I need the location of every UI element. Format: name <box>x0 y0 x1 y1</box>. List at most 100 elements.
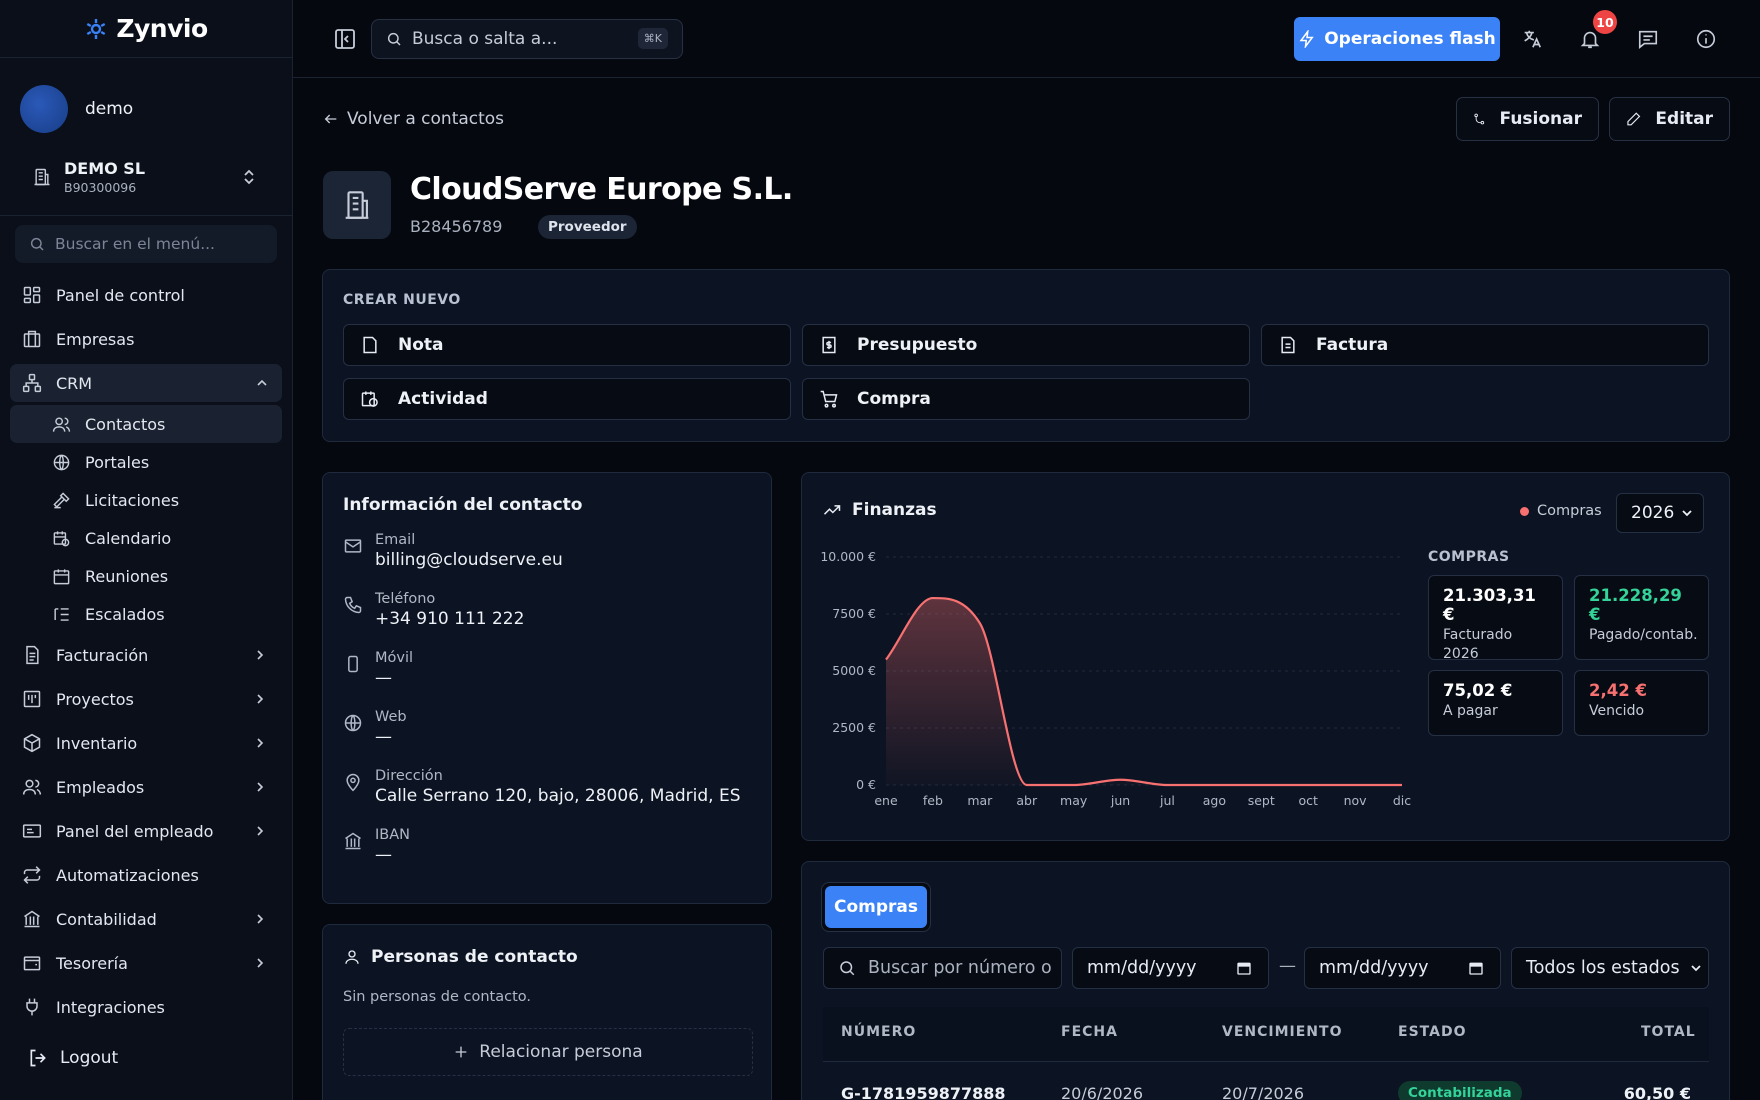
status-filter-select[interactable]: Todos los estados <box>1511 947 1709 989</box>
sidebar-item-contabilidad[interactable]: Contabilidad <box>0 897 292 941</box>
building-icon <box>34 168 50 186</box>
sidebar-item-portales[interactable]: Portales <box>0 443 292 481</box>
create-note-button[interactable]: Nota <box>343 324 791 366</box>
date-from-input[interactable]: mm/dd/yyyy <box>1072 947 1269 989</box>
logo[interactable]: Zynvio <box>0 0 292 58</box>
purchase-search-input[interactable]: Buscar por número o <box>823 947 1062 989</box>
sidebar-item-automatizaciones[interactable]: Automatizaciones <box>0 853 292 897</box>
create-quote-label: Presupuesto <box>857 335 978 355</box>
merge-button[interactable]: Fusionar <box>1456 97 1599 141</box>
sidebar-item-label: Contactos <box>85 414 166 434</box>
invoice-icon <box>26 645 39 665</box>
create-activity-button[interactable]: Actividad <box>343 378 791 420</box>
phone-value[interactable]: +34 910 111 222 <box>375 609 524 629</box>
row-number[interactable]: G-1781959877888 <box>841 1084 1006 1100</box>
sidebar-item-label: Tesorería <box>56 953 128 973</box>
create-activity-label: Actividad <box>398 389 488 409</box>
y-tick-label: 5000 € <box>832 663 876 678</box>
x-tick-label: ago <box>1203 793 1226 808</box>
column-header-date[interactable]: FECHA <box>1061 1024 1118 1040</box>
menu-search-input[interactable]: Buscar en el menú... <box>15 225 277 263</box>
purchase-search-placeholder: Buscar por número o <box>868 958 1052 978</box>
x-tick-label: jul <box>1159 793 1175 808</box>
column-header-status[interactable]: ESTADO <box>1398 1024 1466 1040</box>
info-email: Email billing@cloudserve.eu <box>343 532 563 570</box>
plug-icon <box>26 998 38 1016</box>
sidebar-item-licitaciones[interactable]: Licitaciones <box>0 481 292 519</box>
info-icon[interactable] <box>1695 28 1717 50</box>
sidebar-item-integraciones[interactable]: Integraciones <box>0 985 292 1029</box>
global-search-input[interactable]: Busca o salta a... ⌘K <box>371 19 683 59</box>
merge-icon <box>1474 113 1485 125</box>
date-to-input[interactable]: mm/dd/yyyy <box>1304 947 1501 989</box>
sidebar-item-calendario[interactable]: Calendario <box>0 519 292 557</box>
calendar-clock-icon <box>361 391 378 407</box>
sidebar-toggle-icon[interactable] <box>333 27 357 51</box>
create-quote-button[interactable]: Presupuesto <box>802 324 1250 366</box>
note-icon <box>363 336 377 354</box>
sidebar-item-empleados[interactable]: Empleados <box>0 765 292 809</box>
chevron-right-icon <box>257 826 264 836</box>
purchases-tabs: Compras <box>821 882 931 932</box>
finance-chart: 10.000 € 7500 € 5000 € 2500 € 0 €ene feb mar ab… <box>820 549 1411 808</box>
sidebar-item-facturacion[interactable]: Facturación <box>0 633 292 677</box>
sidebar-item-proyectos[interactable]: Proyectos <box>0 677 292 721</box>
gavel-icon <box>53 491 70 508</box>
translate-icon[interactable] <box>1521 28 1543 50</box>
sidebar-item-panel-de-control[interactable]: Panel de control <box>0 273 292 317</box>
stat-payable: 75,02 € A pagar <box>1428 670 1563 736</box>
column-header-due[interactable]: VENCIMIENTO <box>1222 1024 1342 1040</box>
sidebar-item-empresas[interactable]: Empresas <box>0 317 292 361</box>
relate-person-button[interactable]: Relacionar persona <box>343 1028 753 1076</box>
box-icon <box>23 733 41 753</box>
company-switcher[interactable]: DEMO SL B90300096 <box>12 148 280 206</box>
contact-persons-empty: Sin personas de contacto. <box>343 989 532 1005</box>
user-profile[interactable]: demo <box>0 58 292 140</box>
message-icon[interactable] <box>1637 28 1659 50</box>
sidebar-menu: Panel de control Empresas CRM Contactos … <box>0 273 292 1029</box>
sidebar-item-reuniones[interactable]: Reuniones <box>0 557 292 595</box>
main-content: Busca o salta a... ⌘K Operaciones flash … <box>293 0 1760 1100</box>
sidebar-item-label: Panel del empleado <box>56 821 214 841</box>
y-tick-label: 7500 € <box>832 606 876 621</box>
flash-operations-button[interactable]: Operaciones flash <box>1294 17 1500 61</box>
table-row[interactable]: G-1781959877888 20/6/2026 20/7/2026 Cont… <box>823 1078 1709 1100</box>
repeat-icon <box>23 866 41 884</box>
sidebar-item-escalados[interactable]: Escalados <box>0 595 292 633</box>
search-icon <box>387 32 401 46</box>
sidebar-item-crm[interactable]: CRM <box>10 364 282 402</box>
back-label: Volver a contactos <box>347 109 505 129</box>
column-header-total[interactable]: TOTAL <box>1641 1024 1696 1040</box>
mail-icon <box>344 539 362 553</box>
notifications-badge: 10 <box>1593 10 1617 34</box>
stat-overdue-label: Vencido <box>1589 703 1645 719</box>
column-header-number[interactable]: NÚMERO <box>841 1024 916 1040</box>
sidebar-item-panel-del-empleado[interactable]: Panel del empleado <box>0 809 292 853</box>
info-mobile: Móvil — <box>343 650 413 688</box>
back-to-contacts-link[interactable]: Volver a contactos <box>323 109 504 129</box>
sidebar-item-inventario[interactable]: Inventario <box>0 721 292 765</box>
logout-icon <box>30 1049 46 1067</box>
sidebar-item-tesoreria[interactable]: Tesorería <box>0 941 292 985</box>
tab-purchases[interactable]: Compras <box>825 886 927 928</box>
x-tick-label: dic <box>1393 793 1411 808</box>
logout-button[interactable]: Logout <box>28 1048 118 1068</box>
x-tick-label: jun <box>1110 793 1130 808</box>
sidebar-item-label: Proyectos <box>56 689 134 709</box>
edit-button[interactable]: Editar <box>1609 97 1730 141</box>
create-invoice-button[interactable]: Factura <box>1261 324 1709 366</box>
contact-persons-title: Personas de contacto <box>371 947 578 967</box>
network-icon <box>22 373 42 393</box>
x-tick-label: mar <box>967 793 993 808</box>
sidebar-item-contactos[interactable]: Contactos <box>10 405 282 443</box>
info-web: Web — <box>343 709 407 747</box>
create-purchase-button[interactable]: Compra <box>802 378 1250 420</box>
stat-overdue-value: 2,42 € <box>1589 681 1647 700</box>
contact-avatar <box>323 171 391 239</box>
chevrons-updown-icon <box>244 169 254 185</box>
logout-label: Logout <box>60 1048 119 1068</box>
email-value[interactable]: billing@cloudserve.eu <box>375 550 563 570</box>
year-select[interactable]: 2026 <box>1616 493 1704 533</box>
sidebar-item-label: Escalados <box>85 604 165 624</box>
stat-paid-value: 21.228,29 € <box>1589 586 1682 624</box>
